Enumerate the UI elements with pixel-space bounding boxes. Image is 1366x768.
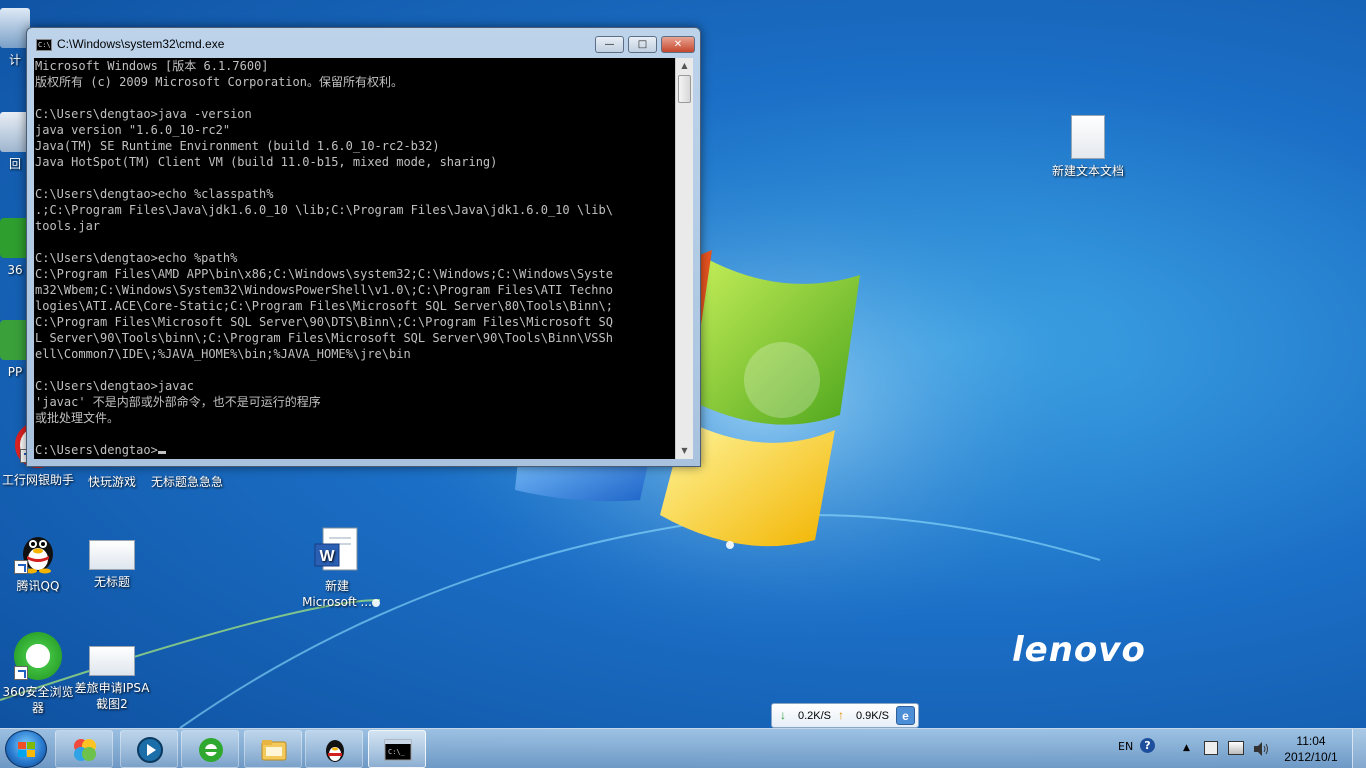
cmd-titlebar[interactable]: C:\ C:\Windows\system32\cmd.exe — □ ✕ [27, 28, 700, 58]
cmd-window[interactable]: C:\ C:\Windows\system32\cmd.exe — □ ✕ Mi… [26, 27, 701, 467]
scroll-up-arrow-icon[interactable]: ▲ [676, 58, 693, 74]
console-line: Microsoft Windows [版本 6.1.7600] [35, 59, 269, 73]
volume-icon[interactable] [1252, 741, 1270, 760]
explorer-folder-icon [261, 740, 287, 761]
image-file-icon [89, 646, 135, 676]
console-line: java version "1.6.0_10-rc2" [35, 123, 231, 137]
console-line: C:\Program Files\AMD APP\bin\x86;C:\Wind… [35, 267, 613, 281]
windows-flag-icon [18, 742, 36, 758]
360-safe-icon [74, 739, 96, 761]
console-line: Java(TM) SE Runtime Environment (build 1… [35, 139, 440, 153]
console-line: Java HotSpot(TM) Client VM (build 11.0-b… [35, 155, 498, 169]
console-line: 版权所有 (c) 2009 Microsoft Corporation。保留所有… [35, 75, 403, 89]
desktop-icon-untitled[interactable]: 无标题 [74, 526, 150, 590]
image-file-icon [89, 540, 135, 570]
scroll-down-arrow-icon[interactable]: ▼ [676, 443, 693, 459]
upload-arrow-icon: ↑ [838, 708, 844, 722]
console-line: logies\ATI.ACE\Core-Static;C:\Program Fi… [35, 299, 613, 313]
console-line: C:\Users\dengtao>java -version [35, 107, 252, 121]
qq-penguin-icon [14, 526, 62, 574]
console-line: ell\Common7\IDE\;%JAVA_HOME%\bin;%JAVA_H… [35, 347, 411, 361]
clock-time: 11:04 [1296, 734, 1326, 748]
taskbar: C:\_ EN ? ▲ 11:04 2012/10/1 [0, 728, 1366, 768]
browser-icon[interactable]: e [896, 706, 915, 725]
upload-speed: 0.9K/S [856, 710, 890, 722]
lenovo-logo: lenovo [1012, 630, 1146, 670]
taskbar-360-safe[interactable] [55, 730, 113, 768]
window-title: C:\Windows\system32\cmd.exe [57, 37, 225, 51]
scrollbar-thumb[interactable] [678, 75, 691, 103]
360-browser-icon [199, 738, 223, 762]
close-button[interactable]: ✕ [661, 36, 695, 53]
qq-penguin-icon [326, 740, 344, 762]
desktop-icon-360-browser[interactable]: 360安全浏览器 [0, 632, 76, 716]
qvod-player-icon [137, 737, 163, 763]
desktop-icon-word-document[interactable]: W 新建 Microsoft ... [299, 526, 375, 610]
console-line: C:\Users\dengtao>javac [35, 379, 194, 393]
network-speed-widget[interactable]: ↓ 0.2K/S ↑ 0.9K/S e [771, 703, 919, 728]
console-line: 或批处理文件。 [35, 411, 120, 425]
text-file-icon [1071, 115, 1105, 159]
word-document-icon: W [313, 526, 361, 574]
show-hidden-icons-chevron-icon[interactable]: ▲ [1183, 743, 1190, 753]
taskbar-cmd[interactable]: C:\_ [368, 730, 426, 768]
svg-text:W: W [319, 548, 335, 565]
taskbar-qq[interactable] [305, 730, 363, 768]
shortcut-arrow-icon [14, 560, 28, 574]
desktop-icon-qq[interactable]: 腾讯QQ [0, 526, 76, 594]
show-desktop-button[interactable] [1352, 729, 1366, 768]
console-output[interactable]: Microsoft Windows [版本 6.1.7600] 版权所有 (c) … [34, 58, 675, 459]
svg-text:C:\_: C:\_ [388, 748, 406, 756]
help-icon[interactable]: ? [1140, 738, 1155, 753]
console-line: m32\Wbem;C:\Windows\System32\WindowsPowe… [35, 283, 613, 297]
clock-date: 2012/10/1 [1284, 750, 1338, 764]
console-line: C:\Users\dengtao>echo %path% [35, 251, 238, 265]
console-line: 'javac' 不是内部或外部命令，也不是可运行的程序 [35, 395, 321, 409]
start-button[interactable] [5, 730, 47, 768]
console-line: C:\Users\dengtao> [35, 442, 675, 458]
console-scrollbar[interactable]: ▲ ▼ [675, 58, 693, 459]
device-tray-icon[interactable] [1204, 741, 1218, 755]
console-line: tools.jar [35, 219, 101, 233]
console-line: .;C:\Program Files\Java\jdk1.6.0_10 \lib… [35, 203, 613, 217]
360-browser-icon [14, 632, 62, 680]
console-line: C:\Users\dengtao>echo %classpath% [35, 187, 274, 201]
minimize-button[interactable]: — [595, 36, 624, 53]
console-line: C:\Program Files\Microsoft SQL Server\90… [35, 315, 613, 329]
network-icon[interactable] [1228, 741, 1244, 755]
taskbar-qvod-player[interactable] [120, 730, 178, 768]
cmd-icon: C:\ [36, 39, 52, 51]
desktop-icon-new-text-document[interactable]: 新建文本文档 [1050, 115, 1126, 179]
language-indicator[interactable]: EN [1118, 740, 1133, 753]
console-line: L Server\90\Tools\binn\;C:\Program Files… [35, 331, 613, 345]
maximize-button[interactable]: □ [628, 36, 657, 53]
system-clock[interactable]: 11:04 2012/10/1 [1276, 733, 1346, 765]
download-arrow-icon: ↓ [780, 708, 786, 722]
taskbar-360-browser[interactable] [181, 730, 239, 768]
download-speed: 0.2K/S [798, 710, 832, 722]
desktop-icon-travel-screenshot[interactable]: 差旅申请IPSA截图2 [74, 632, 150, 712]
cmd-icon: C:\_ [384, 739, 412, 761]
taskbar-explorer[interactable] [244, 730, 302, 768]
shortcut-arrow-icon [14, 666, 28, 680]
text-cursor [157, 451, 166, 454]
